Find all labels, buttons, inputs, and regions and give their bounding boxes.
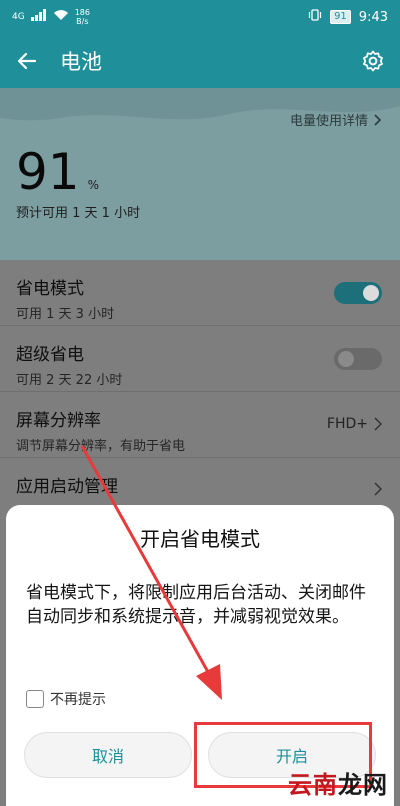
toggle-knob xyxy=(363,285,379,301)
chevron-right-icon xyxy=(374,482,382,496)
watermark-text-red: 云南 xyxy=(288,771,338,799)
battery-percentage: 91 % xyxy=(16,144,99,200)
status-bar: 4G 186 B/s 91 9:43 xyxy=(0,0,400,34)
status-left: 4G 186 B/s xyxy=(12,8,90,26)
power-saving-mode-row[interactable]: 省电模式 可用 1 天 3 小时 xyxy=(0,260,400,326)
signal-icon xyxy=(30,9,47,25)
app-bar: 电池 xyxy=(0,34,400,88)
clock: 9:43 xyxy=(358,9,388,25)
ultra-power-saving-toggle[interactable] xyxy=(334,348,382,370)
dialog-message: 省电模式下，将限制应用后台活动、关闭邮件自动同步和系统提示音，并减弱视觉效果。 xyxy=(26,583,366,627)
dont-remind-checkbox[interactable] xyxy=(26,690,44,708)
wifi-icon xyxy=(53,9,69,25)
settings-button[interactable] xyxy=(346,34,400,88)
toggle-knob xyxy=(338,351,354,367)
remaining-time: 预计可用 1 天 1 小时 xyxy=(16,206,141,221)
page-title: 电池 xyxy=(60,50,102,74)
chevron-right-icon xyxy=(374,113,382,126)
row-subtitle: 调节屏幕分辨率，有助于省电 xyxy=(16,439,186,454)
battery-indicator: 91 xyxy=(330,10,351,24)
row-title: 应用启动管理 xyxy=(16,477,118,497)
battery-percent-value: 91 xyxy=(16,143,80,201)
network-type: 4G xyxy=(12,12,25,22)
row-subtitle: 可用 2 天 22 小时 xyxy=(16,373,123,388)
dialog-title: 开启省电模式 xyxy=(140,527,260,551)
screen-resolution-row[interactable]: 屏幕分辨率 调节屏幕分辨率，有助于省电 FHD+ xyxy=(0,392,400,458)
watermark-text-black: 龙网 xyxy=(338,771,388,799)
back-button[interactable] xyxy=(0,34,54,88)
net-speed-value: 186 xyxy=(74,8,90,17)
row-subtitle: 可用 1 天 3 小时 xyxy=(16,307,115,322)
app-launch-chevron xyxy=(374,482,382,496)
battery-percent-unit: % xyxy=(87,178,100,192)
arrow-left-icon xyxy=(17,52,37,70)
row-title: 省电模式 xyxy=(16,279,84,299)
gear-icon xyxy=(363,50,383,72)
dont-remind-option[interactable]: 不再提示 xyxy=(26,689,106,709)
settings-list: 省电模式 可用 1 天 3 小时 超级省电 可用 2 天 22 小时 屏幕分辨率… xyxy=(0,260,400,524)
chevron-right-icon xyxy=(374,417,382,431)
net-speed: 186 B/s xyxy=(75,8,90,26)
resolution-value: FHD+ xyxy=(327,416,382,432)
status-right: 91 9:43 xyxy=(308,9,388,25)
resolution-label: FHD+ xyxy=(326,416,368,432)
battery-header: 电量使用详情 91 % 预计可用 1 天 1 小时 xyxy=(0,88,400,260)
power-saving-toggle[interactable] xyxy=(334,282,382,304)
cancel-button[interactable]: 取消 xyxy=(24,732,192,778)
ultra-power-saving-row[interactable]: 超级省电 可用 2 天 22 小时 xyxy=(0,326,400,392)
dont-remind-label: 不再提示 xyxy=(50,692,106,708)
usage-details-link[interactable]: 电量使用详情 xyxy=(290,110,382,129)
watermark: 云南龙网 xyxy=(288,765,388,800)
row-title: 超级省电 xyxy=(16,345,84,365)
net-speed-unit: B/s xyxy=(76,17,89,26)
vibrate-icon xyxy=(308,9,322,25)
usage-details-label: 电量使用详情 xyxy=(289,114,368,129)
